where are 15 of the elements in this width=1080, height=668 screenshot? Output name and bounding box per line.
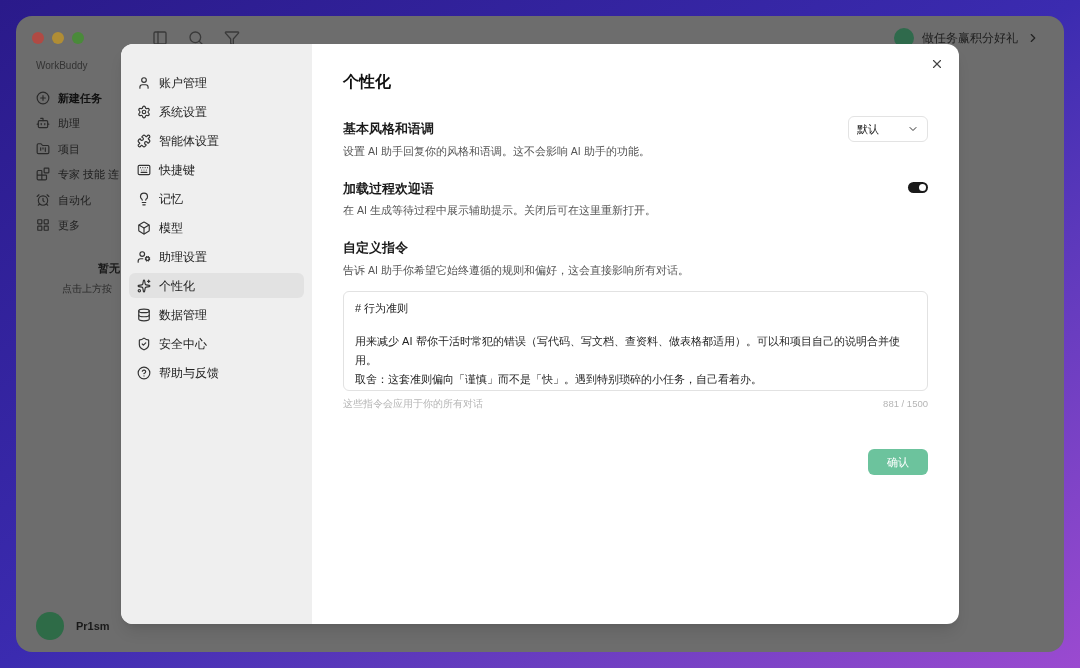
setting-description: 告诉 AI 助手你希望它始终遵循的规则和偏好，这会直接影响所有对话。: [343, 262, 690, 278]
empty-title: 暂无: [98, 261, 120, 276]
field-hint: 这些指令会应用于你的所有对话: [343, 396, 483, 411]
instruction-text: 取舍：这套准则偏向「谨慎」而不是「快」。遇到特别琐碎的小任务，自己看着办。: [355, 371, 763, 387]
brand-name: WorkBuddy: [35, 59, 89, 73]
setting-description: 设置 AI 助手回复你的风格和语调。这不会影响 AI 助手的功能。: [343, 143, 650, 159]
setting-description: 在 AI 生成等待过程中展示辅助提示。关闭后可在这里重新打开。: [343, 203, 656, 219]
setting-label: 基本风格和语调: [343, 121, 435, 138]
instruction-text: 用来减少 AI 帮你干活时常犯的错误（写代码、写文档、查资料、做表格都适用）。可以和项目自己的说明合并使用。: [355, 333, 901, 368]
instruction-text: # 行为准则: [355, 300, 410, 316]
setting-label: 自定义指令: [343, 240, 409, 257]
setting-label: 加载过程欢迎语: [343, 180, 435, 198]
user-name: Pr1sm: [76, 618, 110, 634]
character-count: 881 / 1500: [883, 396, 928, 411]
page-title: 个性化: [343, 72, 392, 92]
